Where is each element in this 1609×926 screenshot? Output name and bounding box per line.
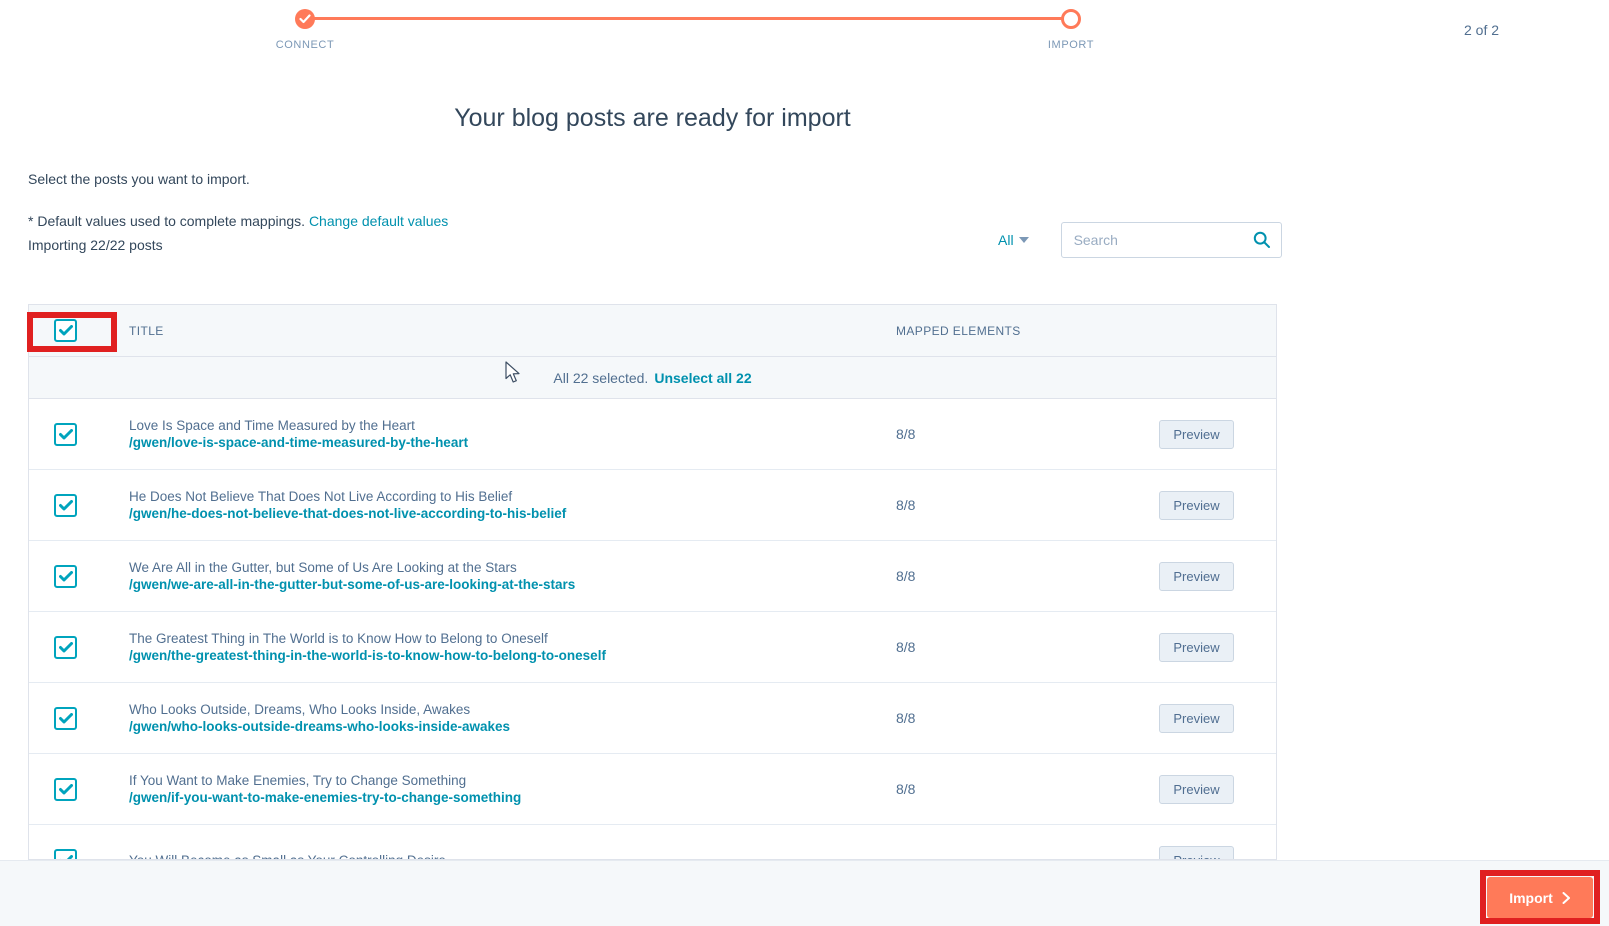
search-icon[interactable] bbox=[1253, 231, 1271, 249]
post-title: If You Want to Make Enemies, Try to Chan… bbox=[129, 772, 896, 789]
step-label-connect: CONNECT bbox=[276, 39, 335, 51]
filter-dropdown-label: All bbox=[998, 232, 1014, 248]
post-url-link[interactable]: /gwen/who-looks-outside-dreams-who-looks… bbox=[129, 718, 896, 735]
row-checkbox[interactable] bbox=[54, 778, 77, 801]
row-checkbox[interactable] bbox=[54, 494, 77, 517]
step-progress-indicator: 2 of 2 bbox=[1464, 22, 1499, 38]
selection-banner: All 22 selected. Unselect all 22 bbox=[29, 357, 1276, 399]
post-title: The Greatest Thing in The World is to Kn… bbox=[129, 630, 896, 647]
post-url-link[interactable]: /gwen/we-are-all-in-the-gutter-but-some-… bbox=[129, 576, 896, 593]
caret-down-icon bbox=[1019, 237, 1029, 243]
filter-dropdown[interactable]: All bbox=[998, 232, 1029, 248]
mapping-note: * Default values used to complete mappin… bbox=[28, 213, 305, 229]
post-url-link[interactable]: /gwen/love-is-space-and-time-measured-by… bbox=[129, 434, 896, 451]
post-title: Love Is Space and Time Measured by the H… bbox=[129, 417, 896, 434]
page-subtitle: Select the posts you want to import. bbox=[28, 171, 250, 187]
table-header-row: TITLE MAPPED ELEMENTS bbox=[29, 305, 1276, 357]
import-button[interactable]: Import bbox=[1487, 877, 1593, 918]
preview-button[interactable]: Preview bbox=[1159, 420, 1234, 449]
mapped-elements-count: 8/8 bbox=[896, 568, 1136, 584]
post-url-link[interactable]: /gwen/if-you-want-to-make-enemies-try-to… bbox=[129, 789, 896, 806]
change-default-values-link[interactable]: Change default values bbox=[309, 213, 448, 229]
preview-button[interactable]: Preview bbox=[1159, 562, 1234, 591]
checkmark-icon bbox=[59, 325, 73, 336]
import-button-label: Import bbox=[1509, 890, 1553, 906]
mapped-elements-count: 8/8 bbox=[896, 497, 1136, 513]
table-row: Love Is Space and Time Measured by the H… bbox=[29, 399, 1276, 470]
table-row: If You Want to Make Enemies, Try to Chan… bbox=[29, 754, 1276, 825]
selection-banner-text: All 22 selected. bbox=[553, 370, 648, 386]
mapped-elements-count: 8/8 bbox=[896, 639, 1136, 655]
posts-table: TITLE MAPPED ELEMENTS All 22 selected. U… bbox=[28, 304, 1277, 860]
table-body: Love Is Space and Time Measured by the H… bbox=[29, 399, 1276, 860]
table-row: The Greatest Thing in The World is to Kn… bbox=[29, 612, 1276, 683]
page-title: Your blog posts are ready for import bbox=[28, 104, 1277, 133]
post-url-link[interactable]: /gwen/he-does-not-believe-that-does-not-… bbox=[129, 505, 896, 522]
mapped-elements-count: 8/8 bbox=[896, 781, 1136, 797]
checkmark-icon bbox=[59, 642, 73, 653]
row-checkbox[interactable] bbox=[54, 565, 77, 588]
table-row: You Will Become as Small as Your Control… bbox=[29, 825, 1276, 860]
table-row: He Does Not Believe That Does Not Live A… bbox=[29, 470, 1276, 541]
search-box bbox=[1061, 222, 1282, 258]
step-connect-complete-icon bbox=[295, 9, 315, 29]
post-title: You Will Become as Small as Your Control… bbox=[129, 852, 896, 861]
preview-button[interactable]: Preview bbox=[1159, 491, 1234, 520]
table-row: We Are All in the Gutter, but Some of Us… bbox=[29, 541, 1276, 612]
chevron-right-icon bbox=[1562, 892, 1571, 904]
checkmark-icon bbox=[59, 571, 73, 582]
row-checkbox[interactable] bbox=[54, 849, 77, 861]
select-all-checkbox[interactable] bbox=[54, 319, 77, 342]
filter-bar: All bbox=[998, 222, 1282, 258]
post-title: He Does Not Believe That Does Not Live A… bbox=[129, 488, 896, 505]
column-header-mapped-elements: MAPPED ELEMENTS bbox=[896, 324, 1136, 338]
mapping-note-line: * Default values used to complete mappin… bbox=[28, 213, 448, 229]
preview-button[interactable]: Preview bbox=[1159, 775, 1234, 804]
table-row: Who Looks Outside, Dreams, Who Looks Ins… bbox=[29, 683, 1276, 754]
checkmark-icon bbox=[59, 713, 73, 724]
stepper-progress-line bbox=[305, 17, 1071, 20]
column-header-title: TITLE bbox=[129, 324, 896, 338]
unselect-all-link[interactable]: Unselect all 22 bbox=[654, 370, 751, 386]
row-checkbox[interactable] bbox=[54, 636, 77, 659]
step-import-circle-icon bbox=[1061, 9, 1081, 29]
mapped-elements-count: 8/8 bbox=[896, 710, 1136, 726]
preview-button[interactable]: Preview bbox=[1159, 633, 1234, 662]
mapped-elements-count: 8/8 bbox=[896, 426, 1136, 442]
row-checkbox[interactable] bbox=[54, 423, 77, 446]
preview-button[interactable]: Preview bbox=[1159, 704, 1234, 733]
post-title: Who Looks Outside, Dreams, Who Looks Ins… bbox=[129, 701, 896, 718]
post-url-link[interactable]: /gwen/the-greatest-thing-in-the-world-is… bbox=[129, 647, 896, 664]
checkmark-icon bbox=[59, 500, 73, 511]
post-title: We Are All in the Gutter, but Some of Us… bbox=[129, 559, 896, 576]
check-icon bbox=[299, 14, 311, 24]
row-checkbox[interactable] bbox=[54, 707, 77, 730]
blog-import-wizard-page: CONNECT IMPORT 2 of 2 Your blog posts ar… bbox=[0, 0, 1609, 926]
checkmark-icon bbox=[59, 784, 73, 795]
search-input[interactable] bbox=[1061, 222, 1282, 258]
importing-count: Importing 22/22 posts bbox=[28, 237, 163, 253]
footer-action-bar bbox=[0, 860, 1609, 926]
checkmark-icon bbox=[59, 429, 73, 440]
preview-button[interactable]: Preview bbox=[1159, 846, 1234, 861]
step-label-import: IMPORT bbox=[1048, 39, 1094, 51]
